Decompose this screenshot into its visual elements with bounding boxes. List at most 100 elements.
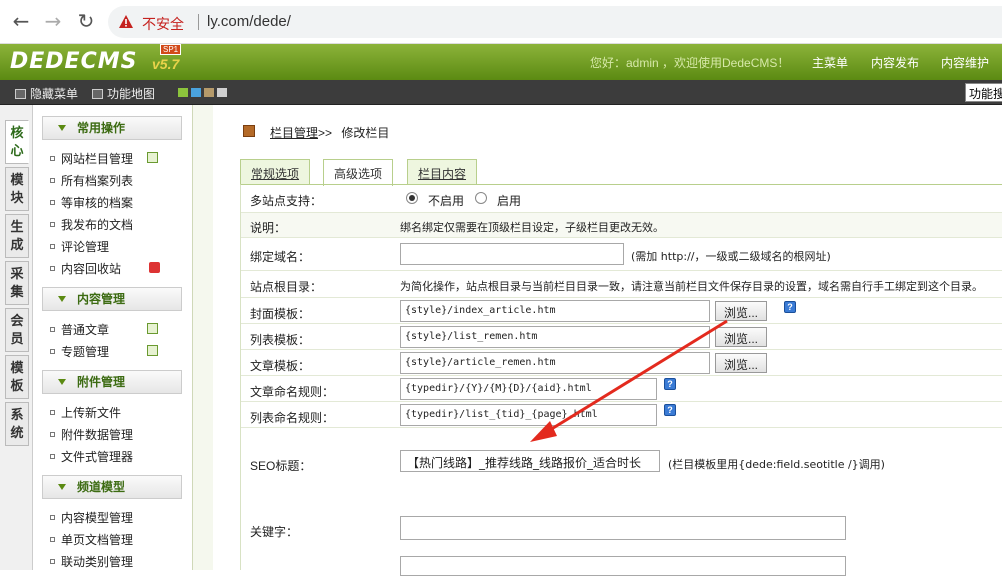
menu-group-content[interactable]: 内容管理: [42, 287, 182, 311]
security-label[interactable]: 不安全: [142, 14, 184, 34]
add-icon[interactable]: [147, 345, 158, 356]
panel-icon: [15, 89, 26, 99]
bullet-icon: [50, 327, 55, 332]
menu-item[interactable]: 评论管理: [50, 238, 109, 255]
article-rule-input[interactable]: {typedir}/{Y}/{M}{D}/{aid}.html: [400, 378, 657, 400]
main-menu-link[interactable]: 主菜单: [812, 54, 848, 71]
menu-item[interactable]: 网站栏目管理: [50, 150, 133, 167]
list-rule-input[interactable]: {typedir}/list_{tid}_{page}.html: [400, 404, 657, 426]
menu-group-common[interactable]: 常用操作: [42, 116, 182, 140]
article-rule-label: 文章命名规则：: [250, 385, 335, 399]
seo-title-input[interactable]: 【热门线路】_推荐线路_线路报价_适合时长: [400, 450, 660, 472]
bullet-icon: [50, 178, 55, 183]
sidebar-menu: 常用操作 网站栏目管理 所有档案列表 等审核的档案 我发布的文档 评论管理 内容…: [33, 105, 193, 570]
list-rule-label: 列表命名规则：: [250, 411, 335, 425]
edit-form: 多站点支持： 不启用 启用 说明： 绑名绑定仅需要在顶级栏目设定，子级栏目更改无…: [240, 184, 1002, 576]
cover-template-label: 封面模板：: [250, 307, 311, 321]
menu-item[interactable]: 所有档案列表: [50, 172, 133, 189]
tab-module[interactable]: 模块: [5, 167, 29, 211]
reload-icon[interactable]: ↻: [75, 10, 97, 32]
tab-core[interactable]: 核心: [5, 120, 29, 164]
menu-group-title: 附件管理: [77, 375, 126, 389]
tab-member[interactable]: 会员: [5, 308, 29, 352]
forward-icon[interactable]: →: [42, 10, 64, 32]
menu-item[interactable]: 文件式管理器: [50, 448, 133, 465]
help-icon[interactable]: ?: [784, 301, 796, 313]
menu-item[interactable]: 普通文章: [50, 321, 109, 338]
form-row: 说明： 绑名绑定仅需要在顶级栏目设定，子级栏目更改无效。: [241, 213, 1002, 238]
form-row: SEO标题： 【热门线路】_推荐线路_线路报价_适合时长 (栏目模板里用{ded…: [241, 428, 1002, 478]
menu-item-label: 文件式管理器: [61, 450, 134, 464]
menu-item[interactable]: 内容模型管理: [50, 509, 133, 526]
radio-enable[interactable]: [475, 192, 487, 204]
article-template-input[interactable]: {style}/article_remen.htm: [400, 352, 710, 374]
tab-member-label: 会员: [10, 313, 24, 346]
tab-advanced[interactable]: 高级选项: [323, 159, 394, 186]
version-label: v5.7: [152, 56, 180, 72]
maintain-link[interactable]: 内容维护: [941, 54, 989, 71]
menu-item[interactable]: 我发布的文档: [50, 216, 133, 233]
tab-generate[interactable]: 生成: [5, 214, 29, 258]
note-text: 绑名绑定仅需要在顶级栏目设定，子级栏目更改无效。: [400, 221, 664, 234]
menu-item[interactable]: 专题管理: [50, 343, 109, 360]
bullet-icon: [50, 537, 55, 542]
clear-icon[interactable]: [149, 262, 160, 273]
help-icon[interactable]: ?: [664, 404, 676, 416]
domain-input[interactable]: [400, 243, 624, 265]
menu-item[interactable]: 附件数据管理: [50, 426, 133, 443]
back-icon[interactable]: ←: [10, 10, 32, 32]
list-template-input[interactable]: {style}/list_remen.htm: [400, 326, 710, 348]
address-bar[interactable]: 不安全 ly.com/dede/: [108, 6, 1002, 38]
browse-button[interactable]: 浏览...: [715, 353, 768, 373]
function-map-button[interactable]: 功能地图: [92, 85, 155, 102]
tab-collect-label: 采集: [10, 266, 24, 299]
url-text[interactable]: ly.com/dede/: [207, 13, 291, 30]
skin-green-icon[interactable]: [178, 88, 188, 97]
tab-system[interactable]: 系统: [5, 402, 29, 446]
menu-item[interactable]: 单页文档管理: [50, 531, 133, 548]
add-icon[interactable]: [147, 323, 158, 334]
publish-link[interactable]: 内容发布: [871, 54, 919, 71]
menu-item[interactable]: 内容回收站: [50, 260, 121, 277]
menu-group-attachment[interactable]: 附件管理: [42, 370, 182, 394]
logo: DEDECMS: [10, 49, 138, 74]
radio-enable-label: 启用: [497, 194, 522, 208]
help-icon[interactable]: ?: [664, 378, 676, 390]
skin-blue-icon[interactable]: [191, 88, 201, 97]
browse-button[interactable]: 浏览...: [715, 301, 768, 321]
book-icon: [243, 125, 255, 137]
menu-item-label: 专题管理: [61, 345, 110, 359]
cover-template-input[interactable]: {style}/index_article.htm: [400, 300, 710, 322]
tab-column-content[interactable]: 栏目内容: [407, 159, 478, 184]
form-row: 封面模板： {style}/index_article.htm 浏览... ?: [241, 298, 1002, 324]
keywords-textarea[interactable]: [400, 516, 846, 540]
keywords-label: 关键字：: [250, 525, 299, 539]
description-textarea[interactable]: [400, 556, 846, 576]
add-icon[interactable]: [147, 152, 158, 163]
hide-menu-button[interactable]: 隐藏菜单: [15, 85, 78, 102]
skin-brown-icon[interactable]: [204, 88, 214, 97]
note-label: 说明：: [250, 221, 287, 235]
tab-general[interactable]: 常规选项: [240, 159, 311, 184]
tab-module-label: 模块: [10, 172, 24, 205]
breadcrumb-link[interactable]: 栏目管理: [270, 126, 318, 140]
splitter[interactable]: [193, 105, 213, 570]
menu-item[interactable]: 联动类别管理: [50, 553, 133, 570]
tab-template[interactable]: 模板: [5, 355, 29, 399]
article-template-label: 文章模板：: [250, 359, 311, 373]
radio-disable[interactable]: [406, 192, 418, 204]
menu-item[interactable]: 等审核的档案: [50, 194, 133, 211]
skin-gray-icon[interactable]: [217, 88, 227, 97]
menu-item[interactable]: 上传新文件: [50, 404, 121, 421]
function-search-button[interactable]: 功能搜: [965, 83, 1002, 102]
browse-button[interactable]: 浏览...: [715, 327, 768, 347]
menu-group-channel[interactable]: 频道模型: [42, 475, 182, 499]
multisite-label: 多站点支持：: [250, 194, 323, 208]
menu-group-title: 频道模型: [77, 480, 126, 494]
domain-hint: (需加 http://，一级或二级域名的根网址): [631, 250, 831, 263]
menu-item-label: 内容模型管理: [61, 511, 134, 525]
tab-collect[interactable]: 采集: [5, 261, 29, 305]
breadcrumb-current: 修改栏目: [341, 126, 390, 140]
tab-template-label: 模板: [10, 360, 24, 393]
menu-item-label: 内容回收站: [61, 262, 122, 276]
